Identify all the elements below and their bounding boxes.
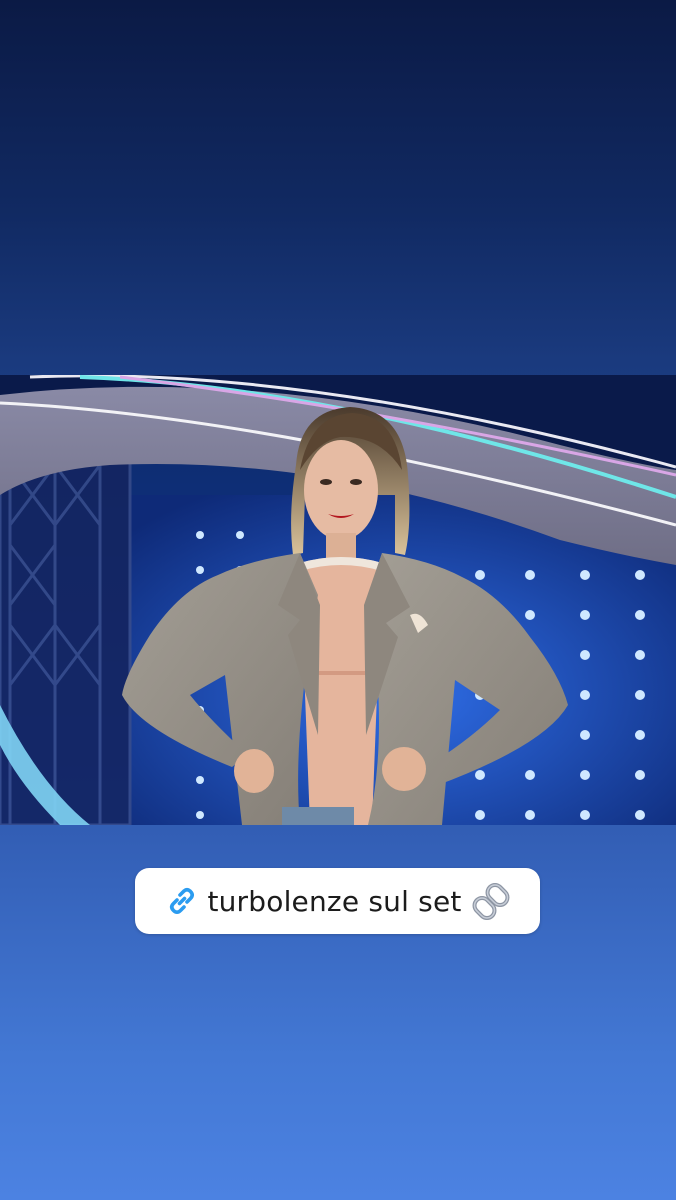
link-sticker-button[interactable]: turbolenze sul set (135, 868, 540, 934)
story-canvas: turbolenze sul set (0, 0, 676, 1200)
chain-emoji-icon (472, 882, 510, 920)
link-sticker-label: turbolenze sul set (207, 884, 462, 918)
story-photo (0, 375, 676, 825)
link-icon (165, 884, 199, 918)
